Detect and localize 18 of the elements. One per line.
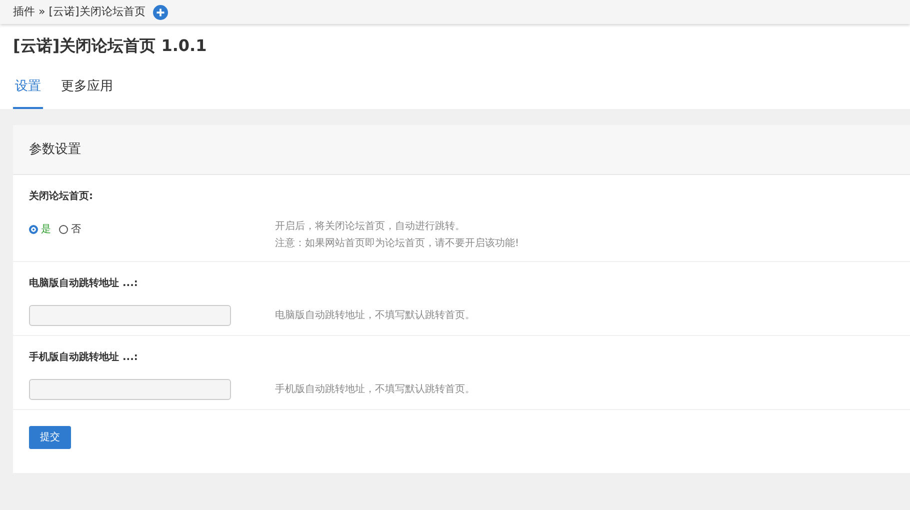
text-input[interactable] <box>29 379 231 400</box>
tab[interactable]: 设置 <box>13 77 43 109</box>
tab[interactable]: 更多应用 <box>59 77 115 109</box>
field-label: 手机版自动跳转地址 ...: <box>29 350 139 366</box>
radio-option[interactable]: 否 <box>59 222 81 238</box>
field-label: 电脑版自动跳转地址 ...: <box>29 276 139 292</box>
text-input[interactable] <box>29 305 231 326</box>
hint-text: 电脑版自动跳转地址，不填写默认跳转首页。 <box>275 308 476 324</box>
add-icon[interactable] <box>153 4 168 20</box>
radio-option[interactable]: 是 <box>29 222 51 238</box>
hint-text: 开启后，将关闭论坛首页，自动进行跳转。 <box>275 220 466 234</box>
submit-button[interactable]: 提交 <box>29 426 71 450</box>
hint-text: 手机版自动跳转地址，不填写默认跳转首页。 <box>275 382 476 398</box>
hint-text: 注意：如果网站首页即为论坛首页，请不要开启该功能! <box>275 236 520 252</box>
field-label: 关闭论坛首页: <box>29 190 94 204</box>
breadcrumb: 插件 » [云诺]关闭论坛首页 <box>13 4 146 20</box>
panel-title: 参数设置 <box>13 124 910 176</box>
page-title: [云诺]关闭论坛首页 1.0.1 <box>13 36 208 56</box>
